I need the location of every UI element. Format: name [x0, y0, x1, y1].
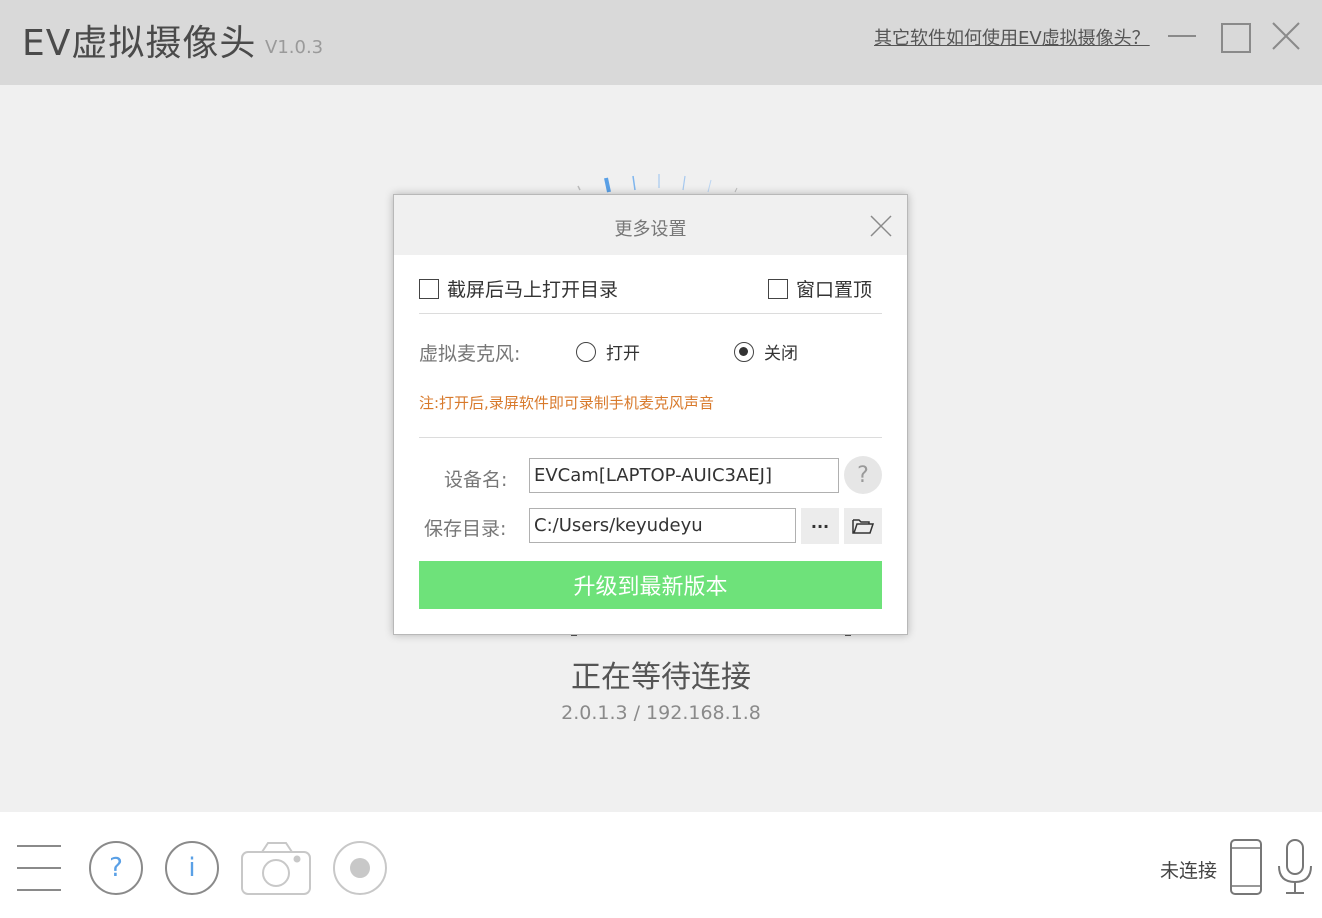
app-version: V1.0.3: [265, 37, 324, 58]
phone-icon[interactable]: [1229, 838, 1263, 896]
record-icon[interactable]: [332, 840, 388, 896]
microphone-icon[interactable]: [1276, 838, 1314, 896]
connection-status-title: 正在等待连接: [571, 660, 751, 695]
menu-icon[interactable]: [17, 844, 61, 892]
dialog-header: 更多设置: [394, 195, 907, 255]
radio-dot: [576, 341, 596, 362]
dialog-title: 更多设置: [614, 219, 687, 240]
virtual-mic-note: 注:打开后,录屏软件即可录制手机麦克风声音: [419, 394, 714, 412]
close-icon[interactable]: [1270, 20, 1302, 52]
save-dir-label: 保存目录:: [424, 518, 507, 540]
virtual-mic-label: 虚拟麦克风:: [419, 343, 521, 365]
open-dir-after-screenshot-label: 截屏后马上打开目录: [447, 279, 619, 301]
upgrade-button[interactable]: 升级到最新版本: [419, 561, 882, 609]
browse-more-button[interactable]: ···: [801, 508, 839, 544]
divider: [419, 437, 882, 438]
virtual-mic-off-label: 关闭: [764, 344, 798, 364]
minimize-icon[interactable]: [1166, 20, 1198, 52]
dialog-close-icon[interactable]: [868, 213, 894, 239]
maximize-icon[interactable]: [1218, 20, 1251, 53]
title-bar: EV虚拟摄像头 V1.0.3 其它软件如何使用EV虚拟摄像头？: [0, 0, 1322, 85]
device-name-label: 设备名:: [444, 469, 508, 491]
open-folder-icon[interactable]: [844, 508, 882, 544]
open-dir-after-screenshot-checkbox[interactable]: 截屏后马上打开目录: [419, 275, 618, 302]
divider: [419, 313, 882, 314]
virtual-mic-off-radio[interactable]: 关闭: [734, 339, 798, 364]
app-title: EV虚拟摄像头: [22, 23, 257, 64]
info-glyph: i: [188, 853, 196, 883]
window-on-top-label: 窗口置顶: [796, 279, 873, 301]
device-name-field[interactable]: [529, 458, 839, 493]
radio-dot-selected: [734, 341, 754, 362]
help-usage-link[interactable]: 其它软件如何使用EV虚拟摄像头？: [874, 24, 1150, 50]
virtual-mic-on-radio[interactable]: 打开: [576, 339, 640, 364]
device-name-help-icon[interactable]: ?: [844, 456, 882, 494]
checkbox-box: [419, 278, 439, 299]
checkbox-box: [768, 278, 788, 299]
connection-status-label: 未连接: [1160, 860, 1218, 882]
save-dir-field[interactable]: [529, 508, 796, 543]
version-ip-text: 2.0.1.3 / 192.168.1.8: [561, 702, 761, 724]
help-icon[interactable]: ?: [88, 840, 144, 896]
virtual-mic-on-label: 打开: [606, 344, 640, 364]
info-icon[interactable]: i: [164, 840, 220, 896]
window-on-top-checkbox[interactable]: 窗口置顶: [768, 275, 872, 302]
camera-icon[interactable]: [240, 840, 312, 896]
more-settings-dialog: 更多设置 截屏后马上打开目录 窗口置顶 虚拟麦克风: 打开 关闭 注:打开后,录…: [393, 194, 908, 635]
help-glyph: ?: [109, 853, 123, 883]
